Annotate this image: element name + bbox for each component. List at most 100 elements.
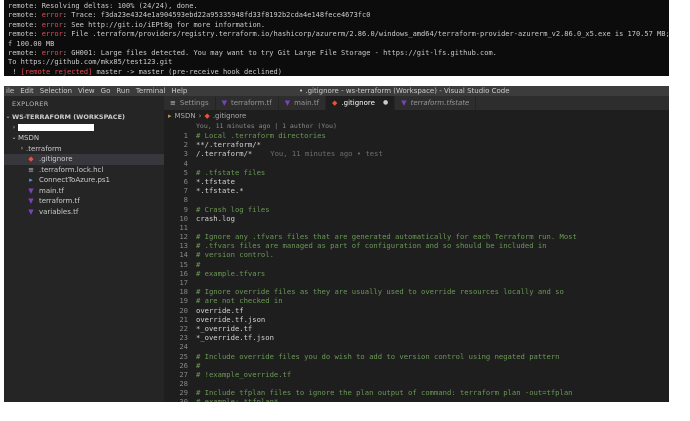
line-number: 4 bbox=[183, 158, 188, 168]
tree-item-label: variables.tf bbox=[39, 207, 79, 216]
code-line[interactable]: 19 # are not checked in bbox=[164, 296, 669, 305]
code-line[interactable]: 26 # bbox=[164, 361, 669, 370]
tree-item[interactable]: ≡ .terraform.lock.hcl bbox=[4, 165, 164, 176]
vscode-window: ile Edit Selection View Go Run Terminal Help • … bbox=[4, 86, 669, 402]
workspace-root[interactable]: ⌄ WS-TERRAFORM (WORKSPACE) bbox=[4, 112, 164, 123]
code-line[interactable]: 15 # bbox=[164, 260, 669, 269]
code-line[interactable]: 7 *.tfstate.* bbox=[164, 186, 669, 195]
menu-item-selection[interactable]: Selection bbox=[40, 86, 72, 96]
terminal-output[interactable]: remote: Resolving deltas: 100% (24/24), … bbox=[4, 0, 669, 76]
file-type-icon: ▼ bbox=[221, 99, 227, 107]
code-line[interactable]: 8 bbox=[164, 195, 669, 204]
chevron-right-icon: › bbox=[12, 123, 16, 131]
tree-item[interactable]: › .terraform bbox=[4, 144, 164, 155]
explorer-header: EXPLORER bbox=[12, 100, 49, 108]
code-line[interactable]: 30 # example: *tfplan* bbox=[164, 397, 669, 402]
line-text: # .tfvars files are managed as part of c… bbox=[196, 241, 547, 251]
menu-item-ile[interactable]: ile bbox=[6, 86, 14, 96]
line-text: # !example_override.tf bbox=[196, 369, 292, 379]
line-number: 8 bbox=[183, 195, 188, 205]
code-line[interactable]: 29 # Include tfplan files to ignore the p… bbox=[164, 388, 669, 397]
tab-settings[interactable]: ≡ Settings bbox=[164, 96, 216, 110]
menu-item-edit[interactable]: Edit bbox=[20, 86, 34, 96]
code-line[interactable]: 4 bbox=[164, 159, 669, 168]
terminal-line: remote: Resolving deltas: 100% (24/24), … bbox=[8, 2, 665, 11]
line-text: override.tf bbox=[196, 305, 244, 315]
tree-item[interactable]: ▼ terraform.tf bbox=[4, 196, 164, 207]
menu-item-terminal[interactable]: Terminal bbox=[136, 86, 166, 96]
tab-main-tf[interactable]: ▼ main.tf bbox=[278, 96, 327, 110]
menu-item-help[interactable]: Help bbox=[171, 86, 187, 96]
explorer-sidebar: EXPLORER ⌄ WS-TERRAFORM (WORKSPACE) › ⌄ MS… bbox=[4, 96, 164, 402]
terminal-line: To https://github.com/mkx85/test123.git bbox=[8, 58, 665, 67]
code-line[interactable]: 27 # !example_override.tf bbox=[164, 370, 669, 379]
code-line[interactable]: 16 # example.tfvars bbox=[164, 269, 669, 278]
code-line[interactable]: 17 bbox=[164, 278, 669, 287]
code-line[interactable]: 3 /.terraform/* You, 11 minutes ago • test bbox=[164, 149, 669, 158]
tab-gitignore[interactable]: ◆ .gitignore ● bbox=[326, 96, 396, 110]
tree-item-label: ConnectToAzure.ps1 bbox=[39, 176, 111, 184]
git-file-icon: ◆ bbox=[204, 112, 210, 120]
tab-label: .gitignore bbox=[341, 99, 375, 107]
code-line[interactable]: 14 # version control. bbox=[164, 250, 669, 259]
code-line[interactable]: 20 override.tf bbox=[164, 306, 669, 315]
code-lines[interactable]: 1 # Local .terraform directories 2 **/.terr… bbox=[164, 131, 669, 402]
code-line[interactable]: 21 override.tf.json bbox=[164, 315, 669, 324]
code-line[interactable]: 24 bbox=[164, 342, 669, 351]
tree-item[interactable]: ▼ main.tf bbox=[4, 186, 164, 197]
code-line[interactable]: 18 # Ignore override files as they are us… bbox=[164, 287, 669, 296]
terminal-line: remote: error: GH001: Large files detect… bbox=[8, 49, 665, 58]
menu-item-go[interactable]: Go bbox=[101, 86, 111, 96]
code-line[interactable]: 9 # Crash log files bbox=[164, 205, 669, 214]
code-line[interactable]: 28 bbox=[164, 379, 669, 388]
code-line[interactable]: 6 *.tfstate bbox=[164, 177, 669, 186]
folder-icon: ▸ bbox=[168, 112, 172, 120]
unsaved-dot-icon[interactable]: ● bbox=[383, 96, 388, 110]
codelens-blame[interactable]: You, 11 minutes ago | 1 author (You) bbox=[196, 121, 337, 131]
tree-item[interactable]: ⌄ MSDN bbox=[4, 133, 164, 144]
terminal-text: master -> master (pre-receive hook decli… bbox=[92, 67, 282, 76]
line-number: 15 bbox=[179, 259, 188, 269]
terminal-text: To https://github.com/mkx85/test123.git bbox=[8, 58, 173, 67]
menu-item-view[interactable]: View bbox=[78, 86, 95, 96]
menu-bar: ile Edit Selection View Go Run Terminal Help bbox=[6, 86, 187, 96]
code-line[interactable]: 22 *_override.tf bbox=[164, 324, 669, 333]
line-number: 6 bbox=[183, 176, 188, 186]
breadcrumb-separator: › bbox=[198, 112, 202, 120]
code-line[interactable]: 12 # Ignore any .tfvars files that are ge… bbox=[164, 232, 669, 241]
breadcrumb-folder[interactable]: MSDN bbox=[175, 111, 196, 121]
line-text: *_override.tf.json bbox=[196, 333, 274, 343]
tree-item[interactable]: › bbox=[4, 123, 164, 134]
terminal-text: : Trace: f3da23e4324e1a904593ebd22a95335… bbox=[62, 11, 371, 20]
file-type-icon: ▼ bbox=[28, 186, 34, 195]
file-type-icon: ≡ bbox=[28, 165, 34, 174]
tree-item[interactable]: ▼ variables.tf bbox=[4, 207, 164, 218]
tab-terraform-tfstate[interactable]: ▼ terraform.tfstate bbox=[395, 96, 477, 110]
code-line[interactable]: 2 **/.terraform/* bbox=[164, 140, 669, 149]
code-line[interactable]: 13 # .tfvars files are managed as part of… bbox=[164, 241, 669, 250]
terminal-text: remote: bbox=[8, 20, 42, 29]
line-number: 9 bbox=[183, 204, 188, 214]
code-line[interactable]: 25 # Include override files you do wish t… bbox=[164, 352, 669, 361]
code-line[interactable]: 23 *_override.tf.json bbox=[164, 333, 669, 342]
terminal-text: remote: bbox=[8, 30, 42, 39]
code-line[interactable]: 10 crash.log bbox=[164, 214, 669, 223]
line-number: 29 bbox=[179, 388, 188, 398]
menu-item-run[interactable]: Run bbox=[116, 86, 129, 96]
tab-terraform-tf[interactable]: ▼ terraform.tf bbox=[215, 96, 279, 110]
line-number: 11 bbox=[179, 222, 188, 232]
file-type-icon: ◆ bbox=[332, 99, 338, 107]
breadcrumb-file[interactable]: .gitignore bbox=[213, 111, 247, 121]
code-line[interactable]: 5 # .tfstate files bbox=[164, 168, 669, 177]
line-number: 1 bbox=[183, 131, 188, 140]
tree-item[interactable]: ◆ .gitignore bbox=[4, 154, 164, 165]
line-text: *_override.tf bbox=[196, 323, 253, 333]
tree-item[interactable]: ▸ ConnectToAzure.ps1 bbox=[4, 175, 164, 186]
terminal-line: remote: error: Trace: f3da23e4324e1a9045… bbox=[8, 11, 665, 20]
code-line[interactable]: 11 bbox=[164, 223, 669, 232]
terminal-text: error bbox=[41, 20, 63, 29]
line-number: 10 bbox=[179, 213, 188, 223]
code-line[interactable]: 1 # Local .terraform directories bbox=[164, 131, 669, 140]
terminal-text: remote: bbox=[8, 49, 42, 58]
workspace-title: WS-TERRAFORM (WORKSPACE) bbox=[12, 113, 125, 121]
